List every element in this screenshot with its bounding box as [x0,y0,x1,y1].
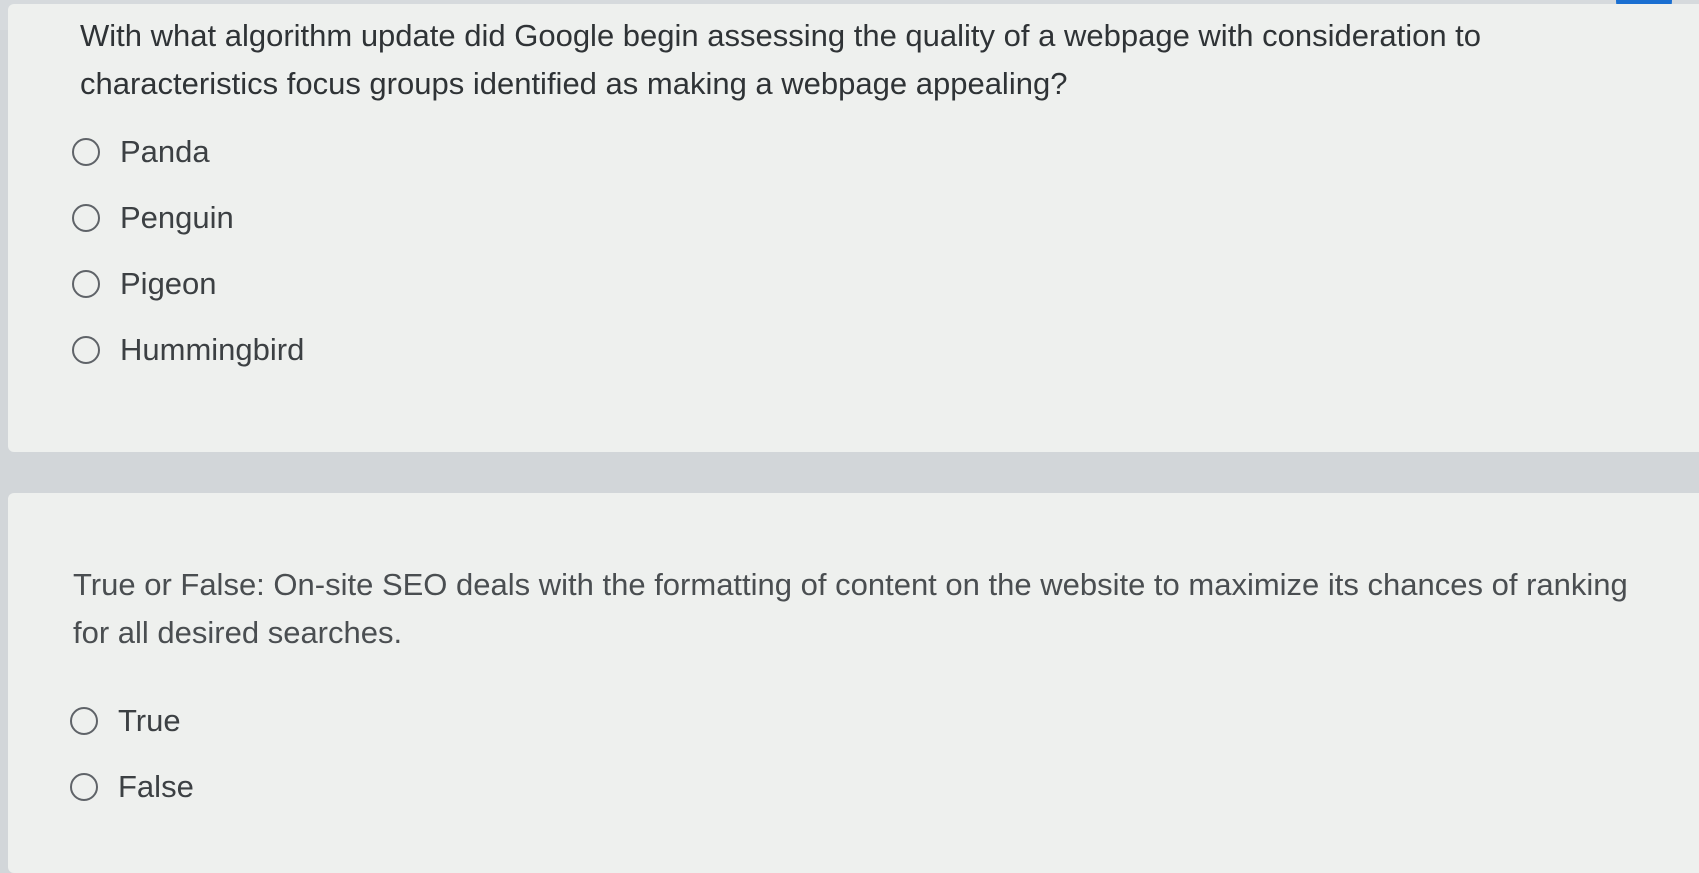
option-label: True [118,703,181,738]
option-label: False [118,769,194,804]
option-label: Panda [120,134,210,169]
radio-button[interactable] [72,204,100,232]
option-pigeon[interactable]: Pigeon [72,266,217,302]
question-text: True or False: On-site SEO deals with th… [73,567,1628,650]
option-true[interactable]: True [70,703,181,739]
option-penguin[interactable]: Penguin [72,200,234,236]
radio-button[interactable] [72,336,100,364]
option-label: Pigeon [120,266,217,301]
question-text: With what algorithm update did Google be… [80,18,1482,101]
radio-button[interactable] [72,270,100,298]
question-card-1: With what algorithm update did Google be… [8,4,1699,452]
option-label: Penguin [120,200,234,235]
option-hummingbird[interactable]: Hummingbird [72,332,304,368]
option-label: Hummingbird [120,332,305,367]
option-false[interactable]: False [70,769,194,805]
option-panda[interactable]: Panda [72,134,210,170]
question-card-2: True or False: On-site SEO deals with th… [8,493,1699,873]
radio-button[interactable] [72,138,100,166]
radio-button[interactable] [70,707,98,735]
radio-button[interactable] [70,773,98,801]
